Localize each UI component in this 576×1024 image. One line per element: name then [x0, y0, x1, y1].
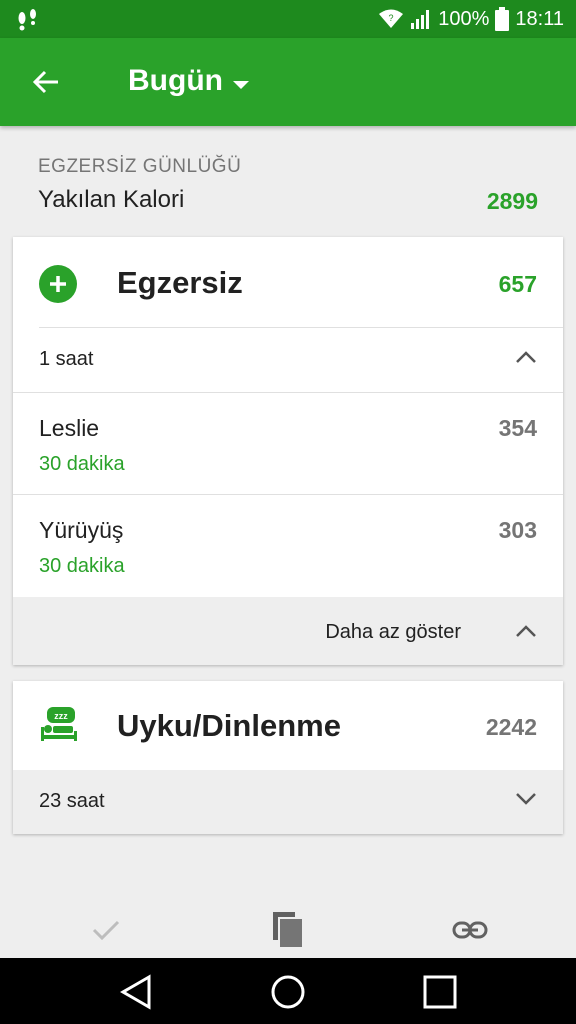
show-less-label[interactable]: Daha az göster: [325, 621, 461, 644]
show-less-row[interactable]: Daha az göster: [13, 597, 563, 665]
chevron-down-icon[interactable]: [515, 792, 537, 806]
notification-icon: [14, 7, 40, 33]
calorie-label: Yakılan Kalori: [38, 186, 185, 213]
sleep-card: zzz Uyku/Dinlenme 2242 23 saat: [13, 681, 563, 834]
exercise-duration-row[interactable]: 1 saat: [13, 328, 563, 392]
exercise-title: Egzersiz: [117, 265, 243, 300]
status-time: 18:11: [515, 7, 564, 30]
sleep-icon: zzz: [39, 705, 79, 745]
exercise-total: 657: [498, 271, 537, 297]
svg-text:?: ?: [389, 13, 394, 23]
chevron-up-icon[interactable]: [515, 350, 537, 364]
exercise-card-header[interactable]: Egzersiz 657: [13, 237, 563, 327]
exercise-card: Egzersiz 657 1 saat Leslie 30 dakika 354…: [13, 237, 563, 665]
nav-home-icon[interactable]: [268, 972, 308, 1012]
entry-calories: 303: [498, 517, 537, 543]
navigation-bar: [0, 958, 576, 1024]
bottom-action-bar: [0, 900, 576, 958]
sleep-duration-row[interactable]: 23 saat: [13, 770, 563, 834]
battery-percent: 100%: [438, 7, 490, 30]
wifi-icon: ?: [378, 8, 404, 30]
exercise-duration: 1 saat: [39, 348, 94, 370]
sleep-card-header[interactable]: zzz Uyku/Dinlenme 2242: [13, 681, 563, 771]
entry-duration: 30 dakika: [39, 555, 125, 577]
check-icon[interactable]: [86, 910, 126, 950]
page-title[interactable]: Bugün: [128, 64, 223, 98]
sleep-title: Uyku/Dinlenme: [117, 708, 341, 743]
entry-name: Yürüyüş: [39, 517, 124, 543]
back-arrow-icon[interactable]: [24, 60, 68, 104]
dropdown-arrow-icon[interactable]: [230, 78, 252, 92]
svg-text:zzz: zzz: [54, 711, 68, 721]
copy-icon[interactable]: [268, 910, 308, 950]
add-exercise-icon[interactable]: [39, 265, 77, 303]
nav-recents-icon[interactable]: [420, 972, 460, 1012]
entry-duration: 30 dakika: [39, 453, 125, 475]
battery-icon: [495, 7, 510, 31]
exercise-entry[interactable]: Yürüyüş 30 dakika 303: [13, 495, 563, 597]
nav-back-icon[interactable]: [116, 972, 156, 1012]
calorie-value: 2899: [486, 188, 538, 214]
sleep-total: 2242: [485, 714, 537, 740]
chevron-up-icon[interactable]: [515, 624, 537, 638]
status-bar: ? 100% 18:11: [0, 0, 576, 38]
sleep-duration: 23 saat: [39, 790, 105, 812]
link-icon[interactable]: [450, 910, 490, 950]
section-label: EGZERSİZ GÜNLÜĞÜ: [38, 156, 242, 177]
signal-icon: [410, 8, 432, 30]
app-bar: Bugün: [0, 38, 576, 126]
entry-calories: 354: [498, 415, 537, 441]
exercise-entry[interactable]: Leslie 30 dakika 354: [13, 393, 563, 495]
entry-name: Leslie: [39, 415, 100, 441]
